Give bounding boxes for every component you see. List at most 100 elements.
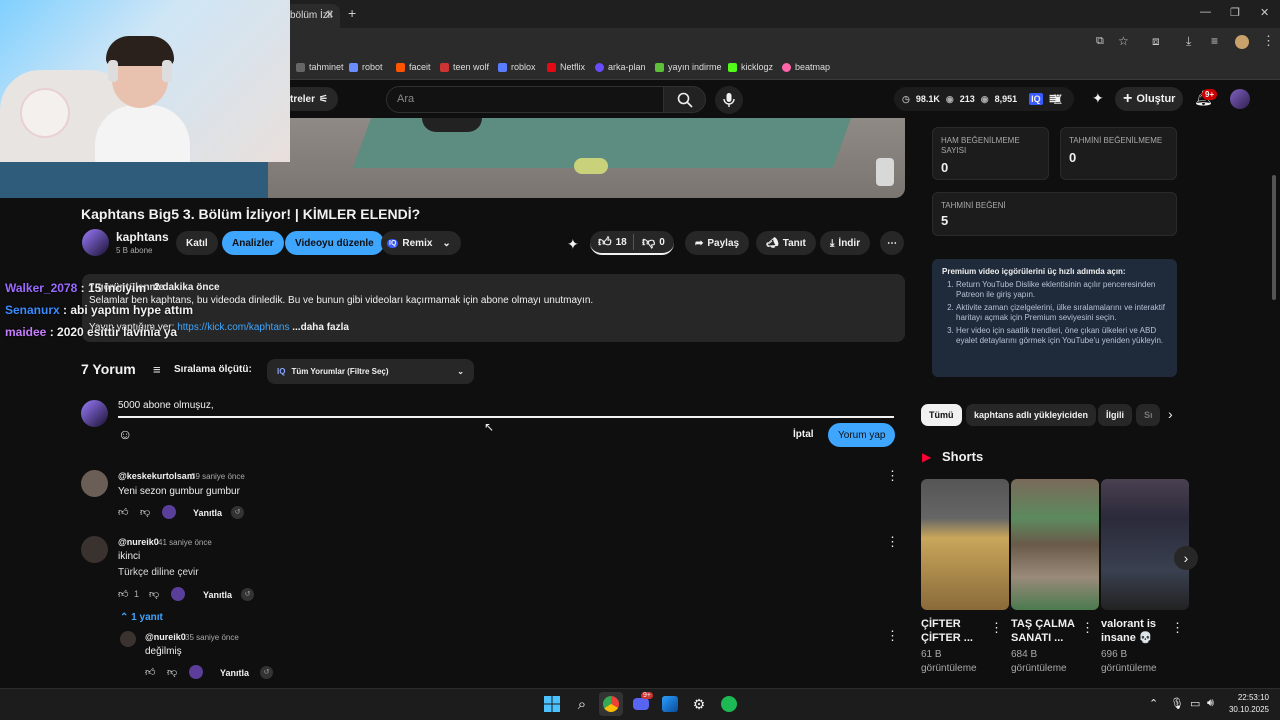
comment-author[interactable]: @nureik0 <box>118 537 159 547</box>
volume-icon[interactable]: 🔊︎ <box>1207 697 1214 710</box>
short-menu-icon[interactable]: ⋮ <box>990 620 1003 636</box>
clock-time[interactable]: 22:53:10 <box>1229 693 1269 702</box>
new-tab-button[interactable]: + <box>348 5 356 21</box>
clock-date[interactable]: 30.10.2025 <box>1226 705 1269 714</box>
analytics-button[interactable]: Analizler <box>222 231 284 255</box>
remix-button[interactable]: IQ Remix ⌄ <box>381 231 461 255</box>
mic-button[interactable] <box>715 86 743 114</box>
chevron-right-icon[interactable]: › <box>1168 406 1173 422</box>
chip-related[interactable]: İlgili <box>1098 404 1132 426</box>
comment-menu-icon[interactable]: ⋮ <box>886 468 899 484</box>
reply-button[interactable]: Yanıtla <box>193 508 222 518</box>
chrome-taskbar-icon[interactable] <box>599 692 623 716</box>
short-menu-icon[interactable]: ⋮ <box>1171 620 1184 636</box>
comment-time[interactable]: 35 saniye önce <box>185 633 239 642</box>
media-icon[interactable]: ≡ <box>1211 34 1218 48</box>
bookmark-robot[interactable]: robot <box>349 62 383 72</box>
bookmark-faceit[interactable]: faceit <box>396 62 431 72</box>
comment-time[interactable]: 41 saniye önce <box>158 538 212 547</box>
short-thumbnail[interactable] <box>1011 479 1099 610</box>
channel-avatar[interactable] <box>82 229 109 256</box>
account-avatar[interactable] <box>1230 89 1250 109</box>
short-thumbnail[interactable] <box>921 479 1009 610</box>
translate-link[interactable]: Türkçe diline çevir <box>118 567 199 578</box>
sort-label[interactable]: Sıralama ölçütü: <box>174 364 252 375</box>
search-input[interactable]: Ara <box>386 86 664 113</box>
download-icon[interactable]: ⤓ <box>1186 34 1191 49</box>
shorts-next-button[interactable]: › <box>1174 546 1198 570</box>
comment-author[interactable]: @nureik0 <box>145 632 186 642</box>
chip-from-uploader[interactable]: kaphtans adlı yükleyiciden <box>966 404 1097 426</box>
comment-input[interactable]: 5000 abone olmuşuz, <box>118 400 894 418</box>
menu-icon[interactable]: ⋮ <box>1262 33 1275 49</box>
comment-menu-icon[interactable]: ⋮ <box>886 628 899 644</box>
chip-all[interactable]: Tümü <box>921 404 962 426</box>
reply-button[interactable]: Yanıtla <box>220 668 249 678</box>
thumbs-up-icon[interactable]: 👍︎ <box>118 506 128 518</box>
bookmark-yayin-indirme[interactable]: yayın indirme <box>655 62 722 72</box>
network-icon[interactable]: ▭ <box>1190 697 1200 710</box>
thumbs-down-icon[interactable]: 👎︎ <box>149 588 159 600</box>
chip-more[interactable]: Sı <box>1136 404 1160 426</box>
maximize-icon[interactable]: ❐ <box>1230 6 1240 19</box>
bookmark-teen-wolf[interactable]: teen wolf <box>440 62 489 72</box>
bookmark-roblox[interactable]: roblox <box>498 62 536 72</box>
thumbs-up-icon[interactable]: 👍︎ <box>145 666 155 678</box>
more-actions-button[interactable]: ⋯ <box>880 231 904 255</box>
bookmark-star-icon[interactable]: ☆ <box>1118 34 1129 48</box>
short-thumbnail[interactable] <box>1101 479 1189 610</box>
commenter-avatar[interactable] <box>120 631 136 647</box>
like-button[interactable]: 👍︎ 18 <box>590 234 634 250</box>
commenter-avatar[interactable] <box>81 470 108 497</box>
cancel-button[interactable]: İptal <box>793 429 814 440</box>
tab-close-icon[interactable]: ✕ <box>325 8 334 21</box>
bookmark-beatmap[interactable]: beatmap <box>782 62 830 72</box>
bookmark-netflix[interactable]: Netflix <box>547 62 585 72</box>
bookmark-kicklogz[interactable]: kicklogz <box>728 62 773 72</box>
promote-button[interactable]: 📣︎ Tanıt <box>756 231 816 255</box>
thumbs-up-icon[interactable]: 👍︎ <box>118 588 128 600</box>
short-menu-icon[interactable]: ⋮ <box>1081 620 1094 636</box>
translate-icon[interactable]: ↺ <box>231 506 244 519</box>
join-button[interactable]: Katıl <box>176 231 218 255</box>
minimize-icon[interactable]: — <box>1200 6 1211 18</box>
trophy-icon[interactable]: ♜ <box>1052 92 1064 108</box>
comment-author[interactable]: @keskekurtolsam <box>118 471 195 481</box>
spotify-taskbar-icon[interactable] <box>717 692 741 716</box>
show-more-button[interactable]: ...daha fazla <box>292 322 349 333</box>
close-window-icon[interactable]: ✕ <box>1260 6 1269 19</box>
tray-chevron-up-icon[interactable]: ⌃ <box>1149 697 1158 710</box>
emoji-icon[interactable]: ☺ <box>118 426 132 442</box>
dislike-button[interactable]: 👎︎ 0 <box>634 234 665 250</box>
short-title[interactable]: TAŞ ÇALMA SANATI ... <box>1011 617 1081 645</box>
sort-icon[interactable]: ≡ <box>153 362 161 377</box>
search-button[interactable] <box>663 86 706 113</box>
comment-menu-icon[interactable]: ⋮ <box>886 534 899 550</box>
cast-icon[interactable]: ⧉ <box>1096 35 1104 48</box>
search-taskbar-icon[interactable]: ⌕ <box>570 692 594 716</box>
mic-tray-icon[interactable]: 🎙︎ <box>1170 697 1184 710</box>
thumbs-down-icon[interactable]: 👎︎ <box>167 666 177 678</box>
submit-comment-button[interactable]: Yorum yap <box>828 423 896 447</box>
comment-filter-select[interactable]: IQ Tüm Yorumlar (Filtre Seç) ⌄ <box>267 359 474 384</box>
replies-toggle[interactable]: ⌃ 1 yanıt <box>120 612 163 623</box>
comment-time[interactable]: 39 saniye önce <box>191 472 245 481</box>
scrollbar[interactable] <box>1272 175 1276 300</box>
ryd-logo-icon[interactable]: IQ <box>1029 93 1043 105</box>
create-button[interactable]: + Oluştur <box>1115 87 1183 111</box>
thumbs-down-icon[interactable]: 👎︎ <box>140 506 150 518</box>
edit-video-button[interactable]: Videoyu düzenle <box>285 231 384 255</box>
reply-button[interactable]: Yanıtla <box>203 590 232 600</box>
short-title[interactable]: ÇİFTER ÇİFTER ... <box>921 617 991 645</box>
steam-taskbar-icon[interactable]: ⚙ <box>687 692 711 716</box>
extension-puzzle-icon[interactable]: ✦ <box>1092 90 1104 107</box>
bookmark-arka-plan[interactable]: arka-plan <box>595 62 646 72</box>
extension-puzzle-icon[interactable]: ✦ <box>567 236 579 253</box>
extensions-icon[interactable]: ⧈ <box>1152 34 1160 49</box>
channel-name[interactable]: kaphtans <box>116 230 169 244</box>
commenter-avatar[interactable] <box>81 536 108 563</box>
share-button[interactable]: ➦ Paylaş <box>685 231 750 255</box>
translate-icon[interactable]: ↺ <box>241 588 254 601</box>
translate-icon[interactable]: ↺ <box>260 666 273 679</box>
app-taskbar-icon[interactable] <box>658 692 682 716</box>
